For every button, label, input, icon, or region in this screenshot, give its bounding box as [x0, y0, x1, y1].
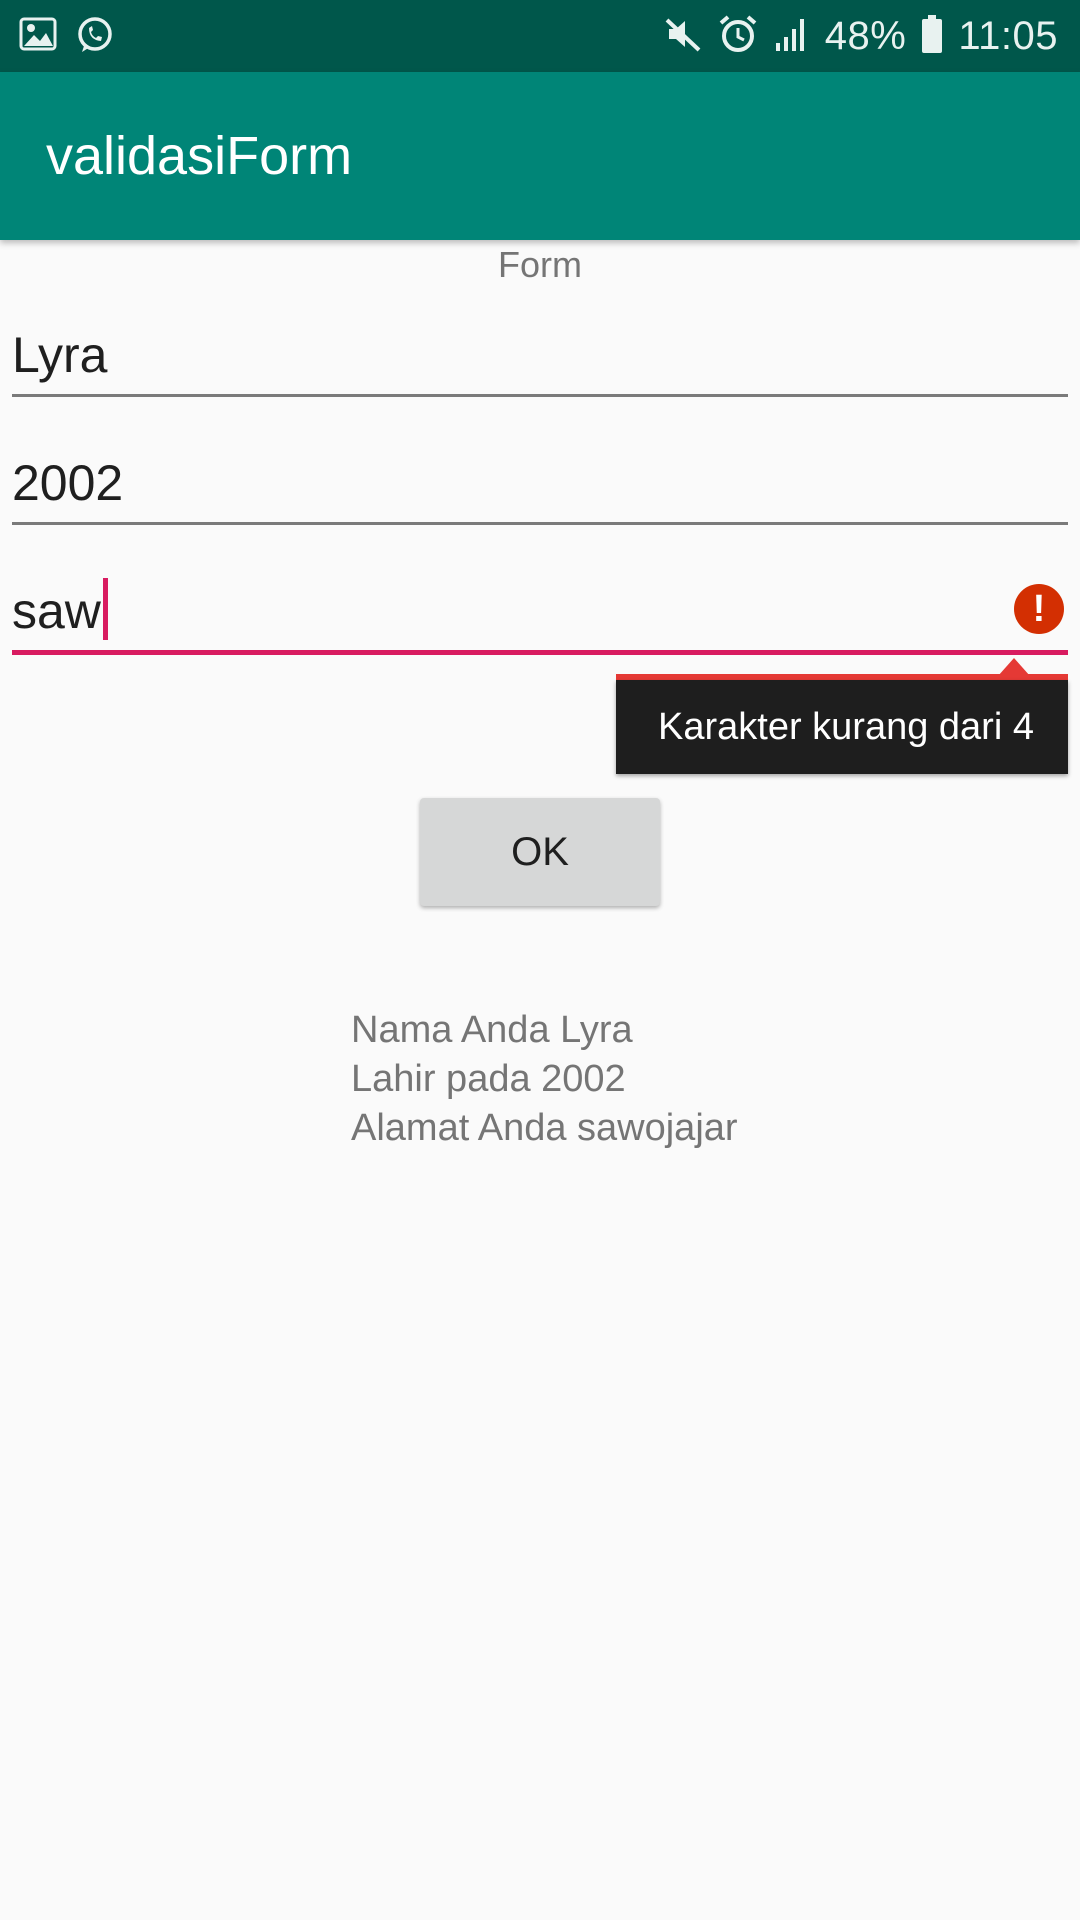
status-bar: 48% 11:05 [0, 0, 1080, 72]
birth-year-value: 2002 [12, 455, 124, 511]
ok-button[interactable]: OK [420, 798, 660, 906]
result-name: Nama Anda Lyra [351, 1009, 633, 1051]
address-value-wrap: saw [12, 578, 108, 640]
error-message: Karakter kurang dari 4 [658, 706, 1034, 748]
birth-year-field[interactable]: 2002 [12, 440, 1068, 525]
gallery-icon [18, 14, 58, 61]
battery-percent: 48% [824, 14, 907, 58]
error-tooltip: Karakter kurang dari 4 [616, 680, 1068, 774]
result-birth-year: Lahir pada 2002 [351, 1058, 626, 1100]
address-field[interactable]: saw ! [12, 568, 1068, 655]
result-text: Nama Anda Lyra Lahir pada 2002 Alamat An… [351, 1006, 738, 1153]
app-title: validasiForm [46, 126, 353, 186]
app-bar: validasiForm [0, 72, 1080, 240]
clock: 11:05 [958, 14, 1058, 58]
whatsapp-icon [74, 14, 116, 61]
address-value: saw [12, 583, 101, 639]
name-field[interactable]: Lyra [12, 312, 1068, 397]
battery-icon [920, 14, 944, 59]
result-address: Alamat Anda sawojajar [351, 1107, 738, 1149]
error-icon[interactable]: ! [1014, 584, 1064, 634]
text-cursor [102, 578, 108, 640]
alarm-icon [717, 13, 759, 60]
name-value: Lyra [12, 327, 108, 383]
form-label: Form [498, 244, 582, 285]
mute-icon [663, 14, 703, 59]
signal-icon [773, 15, 811, 58]
